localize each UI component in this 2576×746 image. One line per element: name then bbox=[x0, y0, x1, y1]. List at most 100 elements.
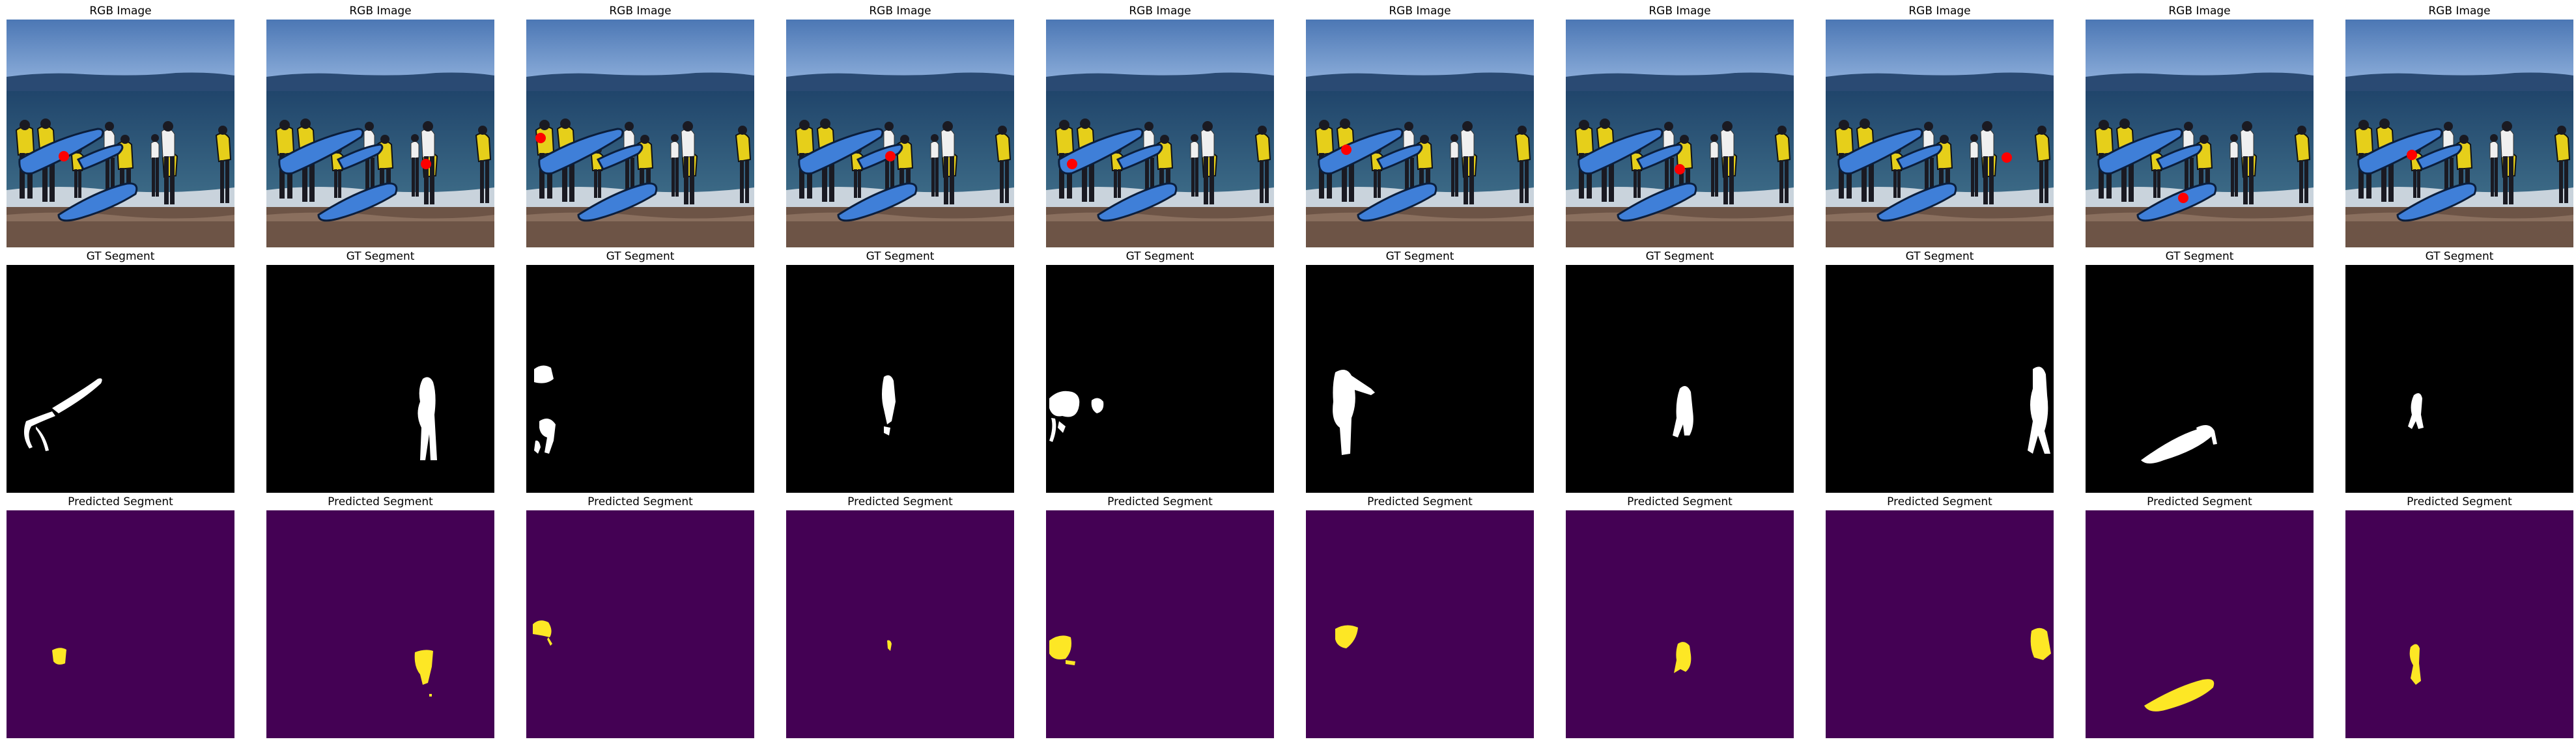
gt-title: GT Segment bbox=[1905, 250, 1974, 263]
pred-title: Predicted Segment bbox=[1367, 495, 1473, 508]
gt-segment-panel bbox=[2086, 265, 2314, 493]
beach-scene bbox=[1306, 20, 1534, 247]
predicted-mask bbox=[2086, 510, 2314, 738]
prompt-point-marker bbox=[1675, 164, 1685, 174]
rgb-image-panel bbox=[7, 20, 234, 247]
rgb-image-panel bbox=[1046, 20, 1274, 247]
rgb-image-panel bbox=[266, 20, 494, 247]
pred-title: Predicted Segment bbox=[328, 495, 433, 508]
predicted-segment-panel bbox=[2345, 510, 2573, 738]
gt-mask bbox=[526, 265, 754, 493]
rgb-image-panel bbox=[1566, 20, 1794, 247]
gt-title: GT Segment bbox=[1645, 250, 1714, 263]
predicted-mask bbox=[2345, 510, 2573, 738]
beach-scene bbox=[1566, 20, 1794, 247]
prompt-point-marker bbox=[421, 159, 431, 169]
pred-title: Predicted Segment bbox=[2407, 495, 2512, 508]
gt-title: GT Segment bbox=[866, 250, 935, 263]
pred-title: Predicted Segment bbox=[68, 495, 173, 508]
gt-mask bbox=[786, 265, 1014, 493]
gt-mask bbox=[1306, 265, 1534, 493]
rgb-title: RGB Image bbox=[1129, 5, 1191, 18]
gt-title: GT Segment bbox=[2165, 250, 2234, 263]
predicted-mask bbox=[1566, 510, 1794, 738]
predicted-segment-panel bbox=[266, 510, 494, 738]
gt-title: GT Segment bbox=[2425, 250, 2494, 263]
gt-mask bbox=[1566, 265, 1794, 493]
rgb-title: RGB Image bbox=[2168, 5, 2231, 18]
gt-mask bbox=[266, 265, 494, 493]
rgb-title: RGB Image bbox=[1389, 5, 1451, 18]
gt-title: GT Segment bbox=[346, 250, 415, 263]
gt-segment-panel bbox=[1306, 265, 1534, 493]
rgb-title: RGB Image bbox=[349, 5, 412, 18]
rgb-title: RGB Image bbox=[1649, 5, 1711, 18]
predicted-segment-panel bbox=[786, 510, 1014, 738]
gt-title: GT Segment bbox=[606, 250, 675, 263]
predicted-segment-panel bbox=[526, 510, 754, 738]
rgb-image-panel bbox=[2345, 20, 2573, 247]
gt-segment-panel bbox=[786, 265, 1014, 493]
predicted-mask bbox=[7, 510, 234, 738]
predicted-segment-panel bbox=[1046, 510, 1274, 738]
gt-segment-panel bbox=[2345, 265, 2573, 493]
rgb-title: RGB Image bbox=[609, 5, 672, 18]
gt-segment-panel bbox=[1046, 265, 1274, 493]
pred-title: Predicted Segment bbox=[587, 495, 693, 508]
predicted-segment-panel bbox=[7, 510, 234, 738]
predicted-mask bbox=[1826, 510, 2054, 738]
beach-scene bbox=[2086, 20, 2314, 247]
gt-segment-panel bbox=[266, 265, 494, 493]
beach-scene bbox=[1046, 20, 1274, 247]
gt-segment-panel bbox=[7, 265, 234, 493]
predicted-mask bbox=[526, 510, 754, 738]
rgb-title: RGB Image bbox=[1908, 5, 1971, 18]
predicted-mask bbox=[266, 510, 494, 738]
gt-mask bbox=[2345, 265, 2573, 493]
predicted-mask bbox=[1046, 510, 1274, 738]
rgb-image-panel bbox=[1306, 20, 1534, 247]
predicted-mask bbox=[786, 510, 1014, 738]
rgb-image-panel bbox=[526, 20, 754, 247]
gt-segment-panel bbox=[526, 265, 754, 493]
prompt-point-marker bbox=[2178, 193, 2188, 203]
gt-segment-panel bbox=[1826, 265, 2054, 493]
predicted-segment-panel bbox=[2086, 510, 2314, 738]
beach-scene bbox=[7, 20, 234, 247]
predicted-segment-panel bbox=[1566, 510, 1794, 738]
beach-scene bbox=[2345, 20, 2573, 247]
gt-title: GT Segment bbox=[1125, 250, 1195, 263]
gt-mask bbox=[1046, 265, 1274, 493]
gt-mask bbox=[1826, 265, 2054, 493]
pred-title: Predicted Segment bbox=[2147, 495, 2252, 508]
predicted-segment-panel bbox=[1826, 510, 2054, 738]
beach-scene bbox=[266, 20, 494, 247]
gt-title: GT Segment bbox=[86, 250, 155, 263]
beach-scene bbox=[1826, 20, 2054, 247]
rgb-image-panel bbox=[786, 20, 1014, 247]
prompt-point-marker bbox=[1341, 145, 1352, 155]
prompt-point-marker bbox=[59, 151, 69, 161]
gt-title: GT Segment bbox=[1385, 250, 1454, 263]
predicted-segment-panel bbox=[1306, 510, 1534, 738]
prompt-point-marker bbox=[885, 151, 896, 161]
gt-mask bbox=[2086, 265, 2314, 493]
gt-mask bbox=[7, 265, 234, 493]
rgb-title: RGB Image bbox=[2428, 5, 2491, 18]
beach-scene bbox=[786, 20, 1014, 247]
rgb-title: RGB Image bbox=[869, 5, 931, 18]
rgb-image-panel bbox=[1826, 20, 2054, 247]
prompt-point-marker bbox=[535, 133, 546, 143]
rgb-title: RGB Image bbox=[89, 5, 152, 18]
pred-title: Predicted Segment bbox=[847, 495, 953, 508]
rgb-image-panel bbox=[2086, 20, 2314, 247]
pred-title: Predicted Segment bbox=[1887, 495, 1992, 508]
gt-segment-panel bbox=[1566, 265, 1794, 493]
pred-title: Predicted Segment bbox=[1627, 495, 1733, 508]
pred-title: Predicted Segment bbox=[1107, 495, 1213, 508]
prompt-point-marker bbox=[1067, 159, 1077, 169]
prompt-point-marker bbox=[2407, 150, 2417, 160]
prompt-point-marker bbox=[2002, 152, 2012, 163]
beach-scene bbox=[526, 20, 754, 247]
predicted-mask bbox=[1306, 510, 1534, 738]
